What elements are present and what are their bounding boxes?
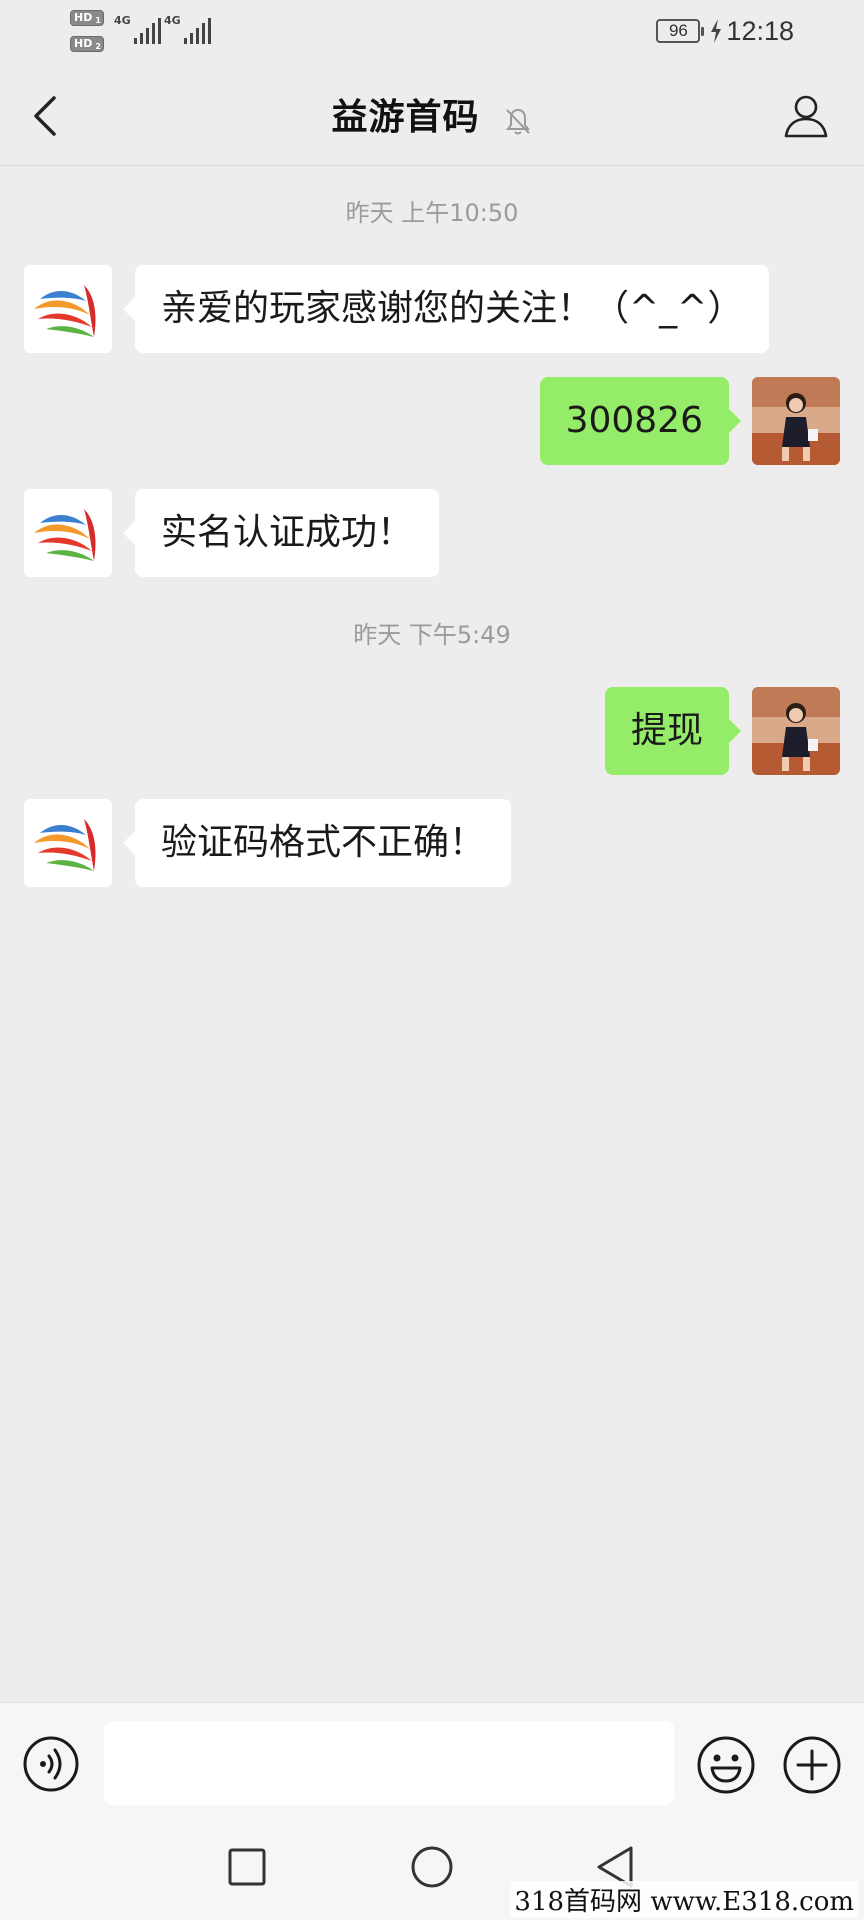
recent-apps-button[interactable] [222, 1842, 272, 1892]
message-row-outgoing: 提现 [0, 687, 864, 775]
message-bubble-outgoing[interactable]: 300826 [539, 377, 742, 465]
circle-icon [411, 1846, 453, 1888]
voice-icon [23, 1736, 79, 1792]
title-wrap: 益游首码 [0, 88, 864, 140]
battery-icon: 96 [656, 19, 705, 43]
system-navigation-bar: 318首码网 www.E318.com [0, 1810, 864, 1920]
message-row-incoming: 验证码格式不正确！ [0, 799, 864, 887]
message-bubble-outgoing[interactable]: 提现 [604, 687, 742, 775]
signal-bars-icon [184, 18, 211, 44]
account-avatar[interactable] [24, 489, 112, 577]
chat-title: 益游首码 [331, 97, 480, 138]
watermark: 318首码网 www.E318.com [510, 1881, 858, 1918]
message-timestamp: 昨天 下午5:49 [353, 621, 511, 649]
hd-badge-sim1: HD 1 [70, 10, 104, 26]
sim2-label: HD [74, 37, 93, 50]
message-bubble-incoming[interactable]: 实名认证成功！ [122, 489, 440, 577]
logo-avatar-icon [34, 509, 96, 561]
square-icon [228, 1848, 266, 1886]
person-icon [784, 95, 828, 138]
logo-avatar-icon [34, 819, 96, 871]
message-row-incoming: 实名认证成功！ [0, 489, 864, 577]
user-photo-avatar [752, 377, 840, 465]
status-bar: HD 1 HD 2 4G 4G 96 12:18 [0, 0, 864, 64]
message-input-bar [0, 1702, 864, 1810]
sim1-label: HD [74, 11, 93, 24]
message-bubble-incoming[interactable]: 验证码格式不正确！ [122, 799, 512, 887]
plus-icon [783, 1736, 841, 1794]
chat-header: 益游首码 [0, 64, 864, 166]
message-bubble-incoming[interactable]: 亲爱的玩家感谢您的关注！（^_^） [122, 265, 770, 353]
logo-avatar-icon [34, 285, 96, 337]
account-avatar[interactable] [24, 799, 112, 887]
network-type-2: 4G [164, 14, 181, 27]
user-avatar[interactable] [752, 377, 840, 465]
home-button[interactable] [407, 1842, 457, 1892]
signal-bars-icon [134, 18, 161, 44]
network-type-1: 4G [114, 14, 131, 27]
message-timestamp: 昨天 上午10:50 [345, 199, 519, 227]
sim2-sub: 2 [95, 42, 101, 51]
message-row-incoming: 亲爱的玩家感谢您的关注！（^_^） [0, 265, 864, 353]
clock: 12:18 [726, 15, 794, 46]
user-avatar[interactable] [752, 687, 840, 775]
user-photo-avatar [752, 687, 840, 775]
smiley-icon [697, 1736, 755, 1794]
chat-info-button[interactable] [780, 88, 832, 144]
sim1-sub: 1 [95, 16, 101, 25]
hd-badge-sim2: HD 2 [70, 36, 104, 52]
voice-button[interactable] [22, 1735, 80, 1793]
status-right: 96 12:18 [656, 14, 794, 48]
emoji-button[interactable] [696, 1735, 756, 1795]
account-avatar[interactable] [24, 265, 112, 353]
message-input[interactable] [104, 1721, 674, 1805]
bell-off-icon [505, 108, 530, 134]
message-row-outgoing: 300826 [0, 377, 864, 465]
more-actions-button[interactable] [782, 1735, 842, 1795]
charging-bolt-icon [711, 19, 722, 43]
